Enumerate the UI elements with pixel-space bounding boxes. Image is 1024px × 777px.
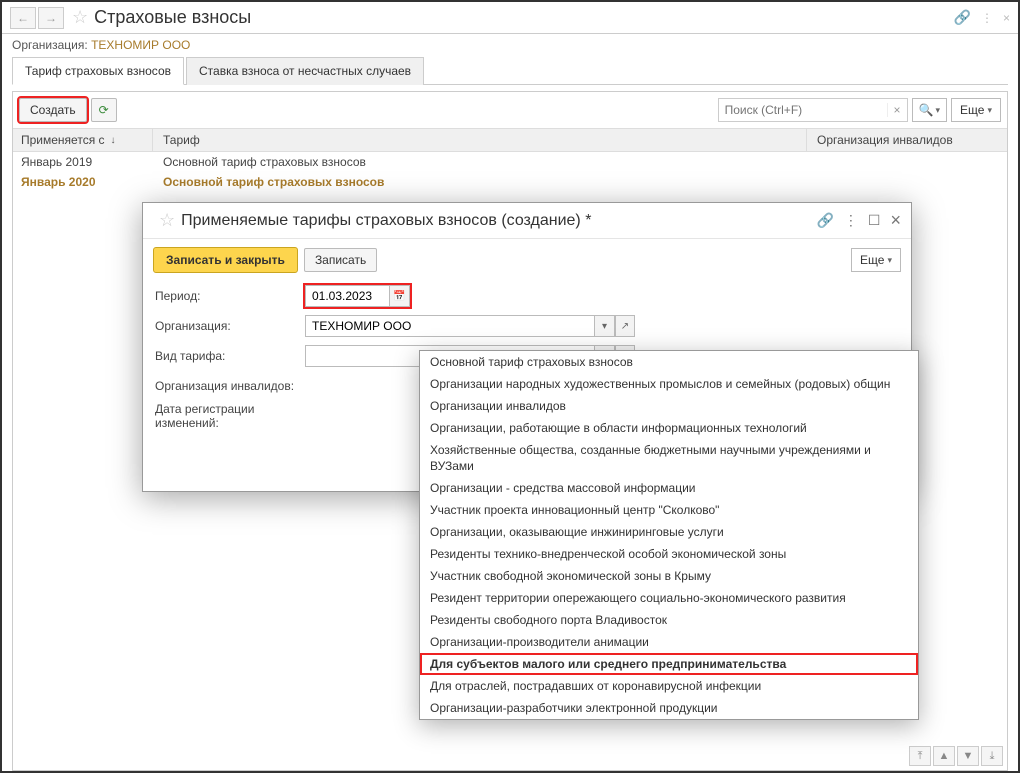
search-clear-icon[interactable]: ×	[887, 103, 907, 117]
more-button[interactable]: Еще▾	[951, 98, 1001, 122]
maximize-icon[interactable]: ☐	[868, 212, 881, 229]
reg-date-label: Дата регистрации изменений:	[155, 402, 315, 430]
dropdown-item[interactable]: Резиденты свободного порта Владивосток	[420, 609, 918, 631]
cell-tariff: Основной тариф страховых взносов	[153, 172, 807, 192]
open-icon[interactable]: ↗	[615, 315, 635, 337]
nav-forward-button[interactable]: →	[38, 7, 64, 29]
close-icon[interactable]: ×	[890, 210, 901, 231]
page-title: Страховые взносы	[94, 7, 251, 28]
kebab-icon[interactable]: ⋮	[981, 11, 993, 25]
dropdown-item[interactable]: Для отраслей, пострадавших от коронавиру…	[420, 675, 918, 697]
dropdown-item[interactable]: Резидент территории опережающего социаль…	[420, 587, 918, 609]
dropdown-item[interactable]: Организации, оказывающие инжиниринговые …	[420, 521, 918, 543]
org-input[interactable]	[305, 315, 595, 337]
dropdown-item[interactable]: Организации народных художественных пром…	[420, 373, 918, 395]
nav-back-button[interactable]: ←	[10, 7, 36, 29]
toolbar: Создать ⟳ × 🔍▾ Еще▾	[13, 92, 1007, 128]
org-value[interactable]: ТЕХНОМИР ООО	[91, 38, 190, 52]
scroll-top-icon[interactable]: ⤒	[909, 746, 931, 766]
dropdown-item[interactable]: Организации, работающие в области информ…	[420, 417, 918, 439]
org-input-group: ▾ ↗	[305, 315, 635, 337]
search-box[interactable]: ×	[718, 98, 908, 122]
dialog-header: ☆ Применяемые тарифы страховых взносов (…	[143, 203, 911, 239]
org-row: Организация: ТЕХНОМИР ООО	[2, 34, 1018, 56]
col-applied-from[interactable]: Применяется с ↓	[13, 129, 153, 151]
col-tariff[interactable]: Тариф	[153, 129, 807, 151]
calendar-icon[interactable]: 📅	[390, 285, 410, 307]
period-input[interactable]	[305, 285, 390, 307]
dropdown-item[interactable]: Резиденты технико-внедренческой особой э…	[420, 543, 918, 565]
col-org-invalids[interactable]: Организация инвалидов	[807, 129, 1007, 151]
create-button[interactable]: Создать	[19, 98, 87, 122]
create-dialog: ☆ Применяемые тарифы страховых взносов (…	[142, 202, 912, 492]
tabs: Тариф страховых взносов Ставка взноса от…	[12, 56, 1008, 85]
dropdown-item[interactable]: Организации - средства массовой информац…	[420, 477, 918, 499]
col-label: Применяется с	[21, 133, 105, 147]
scroll-bottom-icon[interactable]: ⤓	[981, 746, 1003, 766]
dropdown-item[interactable]: Участник свободной экономической зоны в …	[420, 565, 918, 587]
search-button[interactable]: 🔍▾	[912, 98, 947, 122]
chevron-down-icon: ▾	[887, 255, 892, 266]
scroll-down-icon[interactable]: ▼	[957, 746, 979, 766]
refresh-button[interactable]: ⟳	[91, 98, 117, 122]
dropdown-item[interactable]: Организации-производители анимации	[420, 631, 918, 653]
scroll-up-icon[interactable]: ▲	[933, 746, 955, 766]
kebab-icon[interactable]: ⋮	[844, 212, 858, 229]
topbar: ← → ☆ Страховые взносы 🔗 ⋮ ×	[2, 2, 1018, 34]
save-button[interactable]: Записать	[304, 248, 377, 272]
org-invalids-label: Организация инвалидов:	[155, 379, 305, 393]
dropdown-item[interactable]: Основной тариф страховых взносов	[420, 351, 918, 373]
save-and-close-button[interactable]: Записать и закрыть	[153, 247, 298, 273]
close-page-icon[interactable]: ×	[1003, 11, 1010, 25]
tab-tariff[interactable]: Тариф страховых взносов	[12, 57, 184, 85]
dropdown-icon[interactable]: ▾	[595, 315, 615, 337]
refresh-icon: ⟳	[99, 103, 109, 117]
more-label: Еще	[860, 253, 884, 267]
dropdown-item[interactable]: Организации инвалидов	[420, 395, 918, 417]
cell-tariff: Основной тариф страховых взносов	[153, 152, 807, 172]
search-input[interactable]	[719, 103, 887, 117]
dropdown-item[interactable]: Для субъектов малого или среднего предпр…	[420, 653, 918, 675]
table-row[interactable]: Январь 2019 Основной тариф страховых взн…	[13, 152, 1007, 172]
tariff-dropdown[interactable]: Основной тариф страховых взносовОрганиза…	[419, 350, 919, 720]
period-label: Период:	[155, 289, 305, 303]
chevron-down-icon: ▾	[987, 105, 992, 116]
dialog-title: Применяемые тарифы страховых взносов (со…	[181, 212, 591, 230]
grid-header: Применяется с ↓ Тариф Организация инвали…	[13, 128, 1007, 152]
dropdown-item[interactable]: Участник проекта инновационный центр "Ск…	[420, 499, 918, 521]
grid-footer-nav: ⤒ ▲ ▼ ⤓	[909, 746, 1003, 766]
org-label: Организация:	[155, 319, 305, 333]
cell-org-inv	[807, 172, 1007, 192]
dialog-more-button[interactable]: Еще▾	[851, 248, 901, 272]
chevron-down-icon: ▾	[936, 105, 941, 116]
more-label: Еще	[960, 103, 984, 117]
table-row[interactable]: Январь 2020 Основной тариф страховых взн…	[13, 172, 1007, 192]
org-label: Организация:	[12, 38, 88, 52]
link-icon[interactable]: 🔗	[816, 212, 833, 229]
dropdown-item[interactable]: Хозяйственные общества, созданные бюджет…	[420, 439, 918, 477]
dropdown-item[interactable]: Организации, зарегистрированные на Курил…	[420, 719, 918, 720]
cell-date: Январь 2019	[13, 152, 153, 172]
tab-accident-rate[interactable]: Ставка взноса от несчастных случаев	[186, 57, 424, 85]
dialog-toolbar: Записать и закрыть Записать Еще▾	[143, 239, 911, 281]
favorite-star-icon[interactable]: ☆	[159, 210, 175, 231]
tariff-kind-label: Вид тарифа:	[155, 349, 305, 363]
cell-date: Январь 2020	[13, 172, 153, 192]
cell-org-inv	[807, 152, 1007, 172]
favorite-star-icon[interactable]: ☆	[72, 7, 88, 28]
link-icon[interactable]: 🔗	[954, 9, 971, 26]
magnifier-icon: 🔍	[919, 103, 934, 117]
period-input-group: 📅	[305, 285, 410, 307]
dropdown-item[interactable]: Организации-разработчики электронной про…	[420, 697, 918, 719]
sort-down-icon: ↓	[111, 135, 116, 146]
